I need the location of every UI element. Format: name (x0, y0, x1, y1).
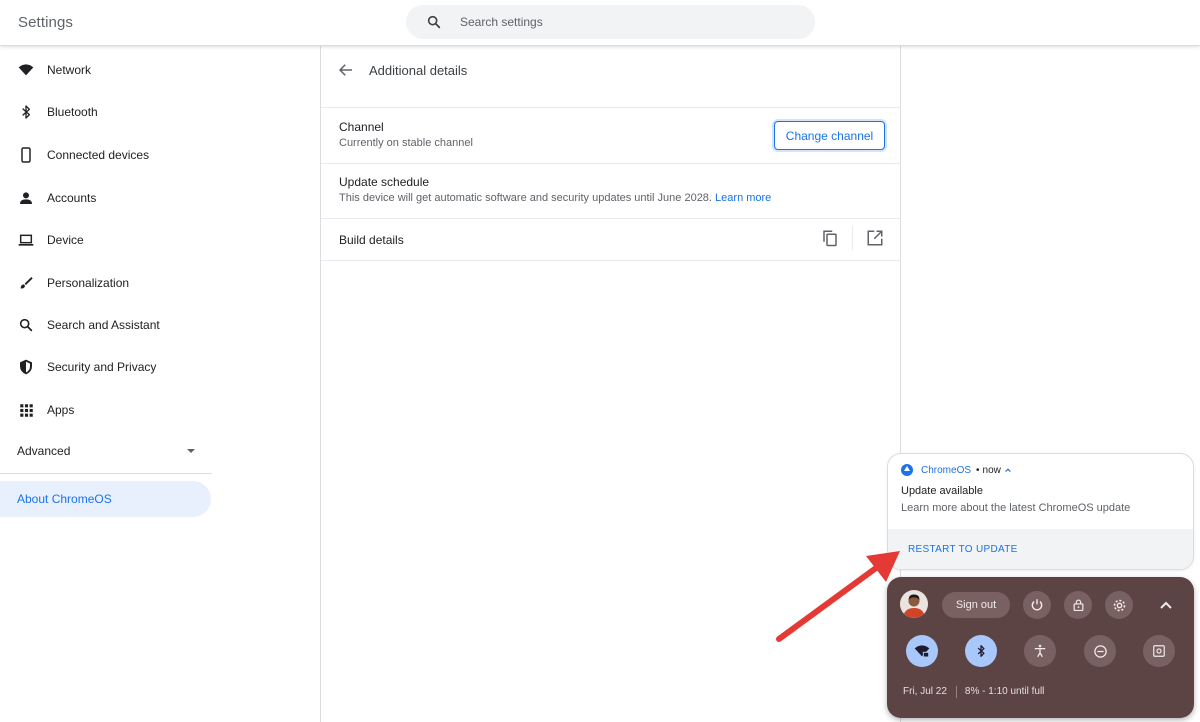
sidebar-item-security-privacy[interactable]: Security and Privacy (0, 349, 212, 385)
channel-label: Channel (339, 120, 384, 134)
learn-more-link[interactable]: Learn more (715, 192, 771, 204)
open-in-new-icon[interactable] (866, 229, 884, 247)
sidebar-item-search-assistant[interactable]: Search and Assistant (0, 307, 212, 343)
sidebar-item-bluetooth[interactable]: Bluetooth (0, 94, 212, 130)
sign-out-button[interactable]: Sign out (942, 592, 1010, 618)
row-divider (321, 107, 901, 108)
do-not-disturb-toggle[interactable] (1084, 635, 1116, 667)
subpage-title: Additional details (369, 63, 468, 78)
back-arrow-icon[interactable] (337, 61, 355, 79)
update-schedule-text: This device will get automatic software … (339, 192, 771, 204)
vertical-separator (852, 226, 853, 250)
apps-grid-icon (17, 401, 35, 419)
build-details-label: Build details (339, 233, 404, 247)
sidebar-item-personalization[interactable]: Personalization (0, 265, 212, 301)
channel-value: Currently on stable channel (339, 137, 473, 149)
power-icon[interactable] (1023, 591, 1051, 619)
sidebar-item-device[interactable]: Device (0, 222, 212, 258)
footer-separator (955, 686, 957, 698)
annotation-arrow (776, 551, 900, 642)
phone-icon (17, 146, 35, 164)
change-channel-button[interactable]: Change channel (774, 121, 885, 150)
gear-icon[interactable] (1105, 591, 1133, 619)
screen-capture-icon (1153, 645, 1165, 657)
bluetooth-icon (17, 103, 35, 121)
sidebar-item-label: Apps (47, 403, 75, 417)
sidebar-divider (0, 473, 212, 474)
update-schedule-description: This device will get automatic software … (339, 192, 712, 204)
notification-header: ChromeOS • now (901, 463, 1012, 477)
advanced-label: Advanced (17, 444, 71, 458)
sidebar-item-network[interactable]: Network (0, 52, 212, 88)
shield-icon (17, 358, 35, 376)
sidebar-item-label: Network (47, 63, 92, 77)
accessibility-icon (1034, 644, 1046, 658)
row-divider (321, 260, 901, 261)
caret-down-icon (187, 449, 195, 453)
wifi-toggle[interactable] (906, 635, 938, 667)
tray-footer: Fri, Jul 22 8% - 1:10 until full (903, 686, 1044, 698)
sidebar-item-label: Connected devices (47, 148, 150, 162)
notification-time: now (982, 464, 1001, 476)
screen-capture-toggle[interactable] (1143, 635, 1175, 667)
sidebar-item-label: Security and Privacy (47, 360, 157, 374)
sidebar-item-label: Personalization (47, 276, 130, 290)
sidebar-item-about-chromeos[interactable]: About ChromeOS (0, 481, 211, 517)
notification-actions: RESTART TO UPDATE (888, 529, 1193, 569)
battery-status[interactable]: 8% - 1:10 until full (965, 686, 1045, 698)
notification-separator: • (976, 464, 980, 476)
sidebar: Network Bluetooth Connected devices Acco… (0, 46, 320, 722)
sidebar-item-label: About ChromeOS (17, 492, 112, 506)
search-box[interactable] (406, 5, 815, 39)
accessibility-toggle[interactable] (1024, 635, 1056, 667)
bluetooth-icon (977, 645, 985, 657)
notification-app-name: ChromeOS (921, 464, 972, 476)
update-schedule-label: Update schedule (339, 175, 430, 189)
sidebar-item-label: Bluetooth (47, 105, 98, 119)
notification-message: Learn more about the latest ChromeOS upd… (901, 502, 1131, 514)
restart-to-update-button[interactable]: RESTART TO UPDATE (908, 544, 1018, 555)
sidebar-item-label: Search and Assistant (47, 318, 160, 332)
search-icon (427, 15, 441, 29)
search-input[interactable] (460, 5, 800, 39)
person-icon (17, 189, 35, 207)
row-divider (321, 218, 901, 219)
wifi-icon (17, 61, 35, 79)
app-title: Settings (18, 14, 73, 31)
sidebar-item-apps[interactable]: Apps (0, 392, 212, 428)
laptop-icon (17, 231, 35, 249)
date-label[interactable]: Fri, Jul 22 (903, 686, 947, 698)
sidebar-item-label: Device (47, 233, 84, 247)
sidebar-item-accounts[interactable]: Accounts (0, 180, 212, 216)
do-not-disturb-icon (1093, 644, 1107, 658)
sidebar-item-connected-devices[interactable]: Connected devices (0, 137, 212, 173)
chevron-up-icon[interactable] (1004, 466, 1012, 474)
chromeos-update-icon (901, 464, 913, 476)
lock-icon[interactable] (1064, 591, 1092, 619)
update-notification[interactable]: ChromeOS • now Update available Learn mo… (887, 453, 1194, 570)
notification-title: Update available (901, 485, 983, 497)
sidebar-advanced-toggle[interactable]: Advanced (0, 434, 212, 468)
bluetooth-toggle[interactable] (965, 635, 997, 667)
row-divider (321, 163, 901, 164)
sidebar-item-label: Accounts (47, 191, 97, 205)
search-icon (17, 316, 35, 334)
wifi-lock-icon (914, 645, 930, 658)
header-bar: Settings (0, 0, 1200, 46)
brush-icon (17, 274, 35, 292)
quick-settings-tray: Sign out Fri, Jul 22 8% - 1:10 until ful… (887, 577, 1194, 718)
collapse-chevron-icon[interactable] (1152, 591, 1180, 619)
copy-icon[interactable] (821, 229, 839, 247)
